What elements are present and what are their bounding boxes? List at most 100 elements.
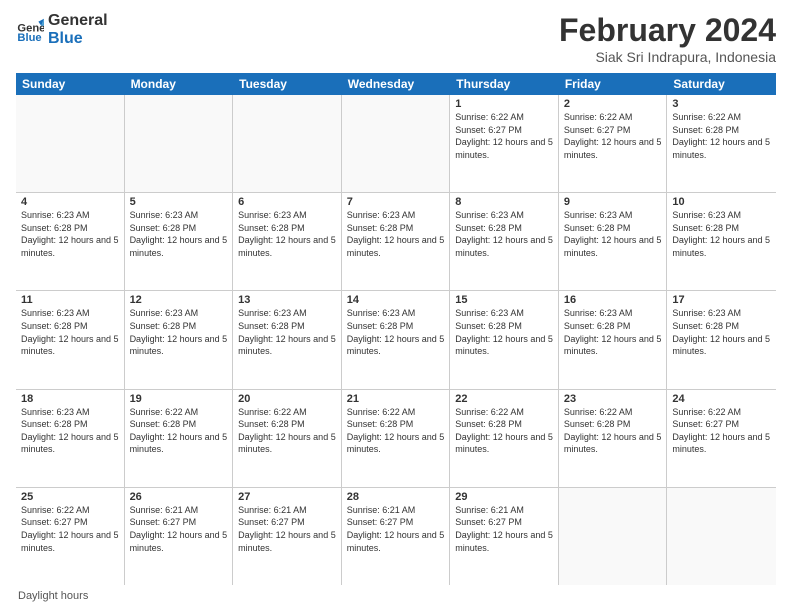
day-cell-20: 20Sunrise: 6:22 AM Sunset: 6:28 PM Dayli… xyxy=(233,390,342,487)
day-info: Sunrise: 6:22 AM Sunset: 6:28 PM Dayligh… xyxy=(564,406,662,456)
day-number: 29 xyxy=(455,491,553,503)
header-day-thursday: Thursday xyxy=(450,73,559,95)
day-cell-11: 11Sunrise: 6:23 AM Sunset: 6:28 PM Dayli… xyxy=(16,291,125,388)
empty-cell xyxy=(233,95,342,192)
day-number: 15 xyxy=(455,294,553,306)
day-number: 12 xyxy=(130,294,228,306)
day-info: Sunrise: 6:23 AM Sunset: 6:28 PM Dayligh… xyxy=(21,406,119,456)
day-number: 26 xyxy=(130,491,228,503)
day-cell-17: 17Sunrise: 6:23 AM Sunset: 6:28 PM Dayli… xyxy=(667,291,776,388)
day-cell-7: 7Sunrise: 6:23 AM Sunset: 6:28 PM Daylig… xyxy=(342,193,451,290)
empty-cell xyxy=(342,95,451,192)
day-info: Sunrise: 6:23 AM Sunset: 6:28 PM Dayligh… xyxy=(21,209,119,259)
empty-cell xyxy=(559,488,668,585)
logo-general: General xyxy=(48,12,108,30)
week-row-1: 1Sunrise: 6:22 AM Sunset: 6:27 PM Daylig… xyxy=(16,95,776,193)
day-cell-22: 22Sunrise: 6:22 AM Sunset: 6:28 PM Dayli… xyxy=(450,390,559,487)
day-info: Sunrise: 6:23 AM Sunset: 6:28 PM Dayligh… xyxy=(564,209,662,259)
main-title: February 2024 xyxy=(559,12,776,49)
week-row-3: 11Sunrise: 6:23 AM Sunset: 6:28 PM Dayli… xyxy=(16,291,776,389)
day-cell-6: 6Sunrise: 6:23 AM Sunset: 6:28 PM Daylig… xyxy=(233,193,342,290)
day-info: Sunrise: 6:23 AM Sunset: 6:28 PM Dayligh… xyxy=(130,209,228,259)
footer-note: Daylight hours xyxy=(16,590,776,602)
day-info: Sunrise: 6:21 AM Sunset: 6:27 PM Dayligh… xyxy=(455,504,553,554)
day-info: Sunrise: 6:23 AM Sunset: 6:28 PM Dayligh… xyxy=(130,307,228,357)
day-cell-8: 8Sunrise: 6:23 AM Sunset: 6:28 PM Daylig… xyxy=(450,193,559,290)
header-day-wednesday: Wednesday xyxy=(342,73,451,95)
day-info: Sunrise: 6:22 AM Sunset: 6:27 PM Dayligh… xyxy=(564,111,662,161)
day-cell-13: 13Sunrise: 6:23 AM Sunset: 6:28 PM Dayli… xyxy=(233,291,342,388)
day-cell-28: 28Sunrise: 6:21 AM Sunset: 6:27 PM Dayli… xyxy=(342,488,451,585)
day-cell-29: 29Sunrise: 6:21 AM Sunset: 6:27 PM Dayli… xyxy=(450,488,559,585)
day-number: 9 xyxy=(564,196,662,208)
logo-blue: Blue xyxy=(48,30,108,48)
header-day-tuesday: Tuesday xyxy=(233,73,342,95)
day-number: 20 xyxy=(238,393,336,405)
day-cell-26: 26Sunrise: 6:21 AM Sunset: 6:27 PM Dayli… xyxy=(125,488,234,585)
day-number: 27 xyxy=(238,491,336,503)
day-number: 17 xyxy=(672,294,771,306)
day-cell-15: 15Sunrise: 6:23 AM Sunset: 6:28 PM Dayli… xyxy=(450,291,559,388)
day-cell-16: 16Sunrise: 6:23 AM Sunset: 6:28 PM Dayli… xyxy=(559,291,668,388)
day-cell-27: 27Sunrise: 6:21 AM Sunset: 6:27 PM Dayli… xyxy=(233,488,342,585)
header-day-saturday: Saturday xyxy=(667,73,776,95)
day-number: 24 xyxy=(672,393,771,405)
day-info: Sunrise: 6:23 AM Sunset: 6:28 PM Dayligh… xyxy=(347,307,445,357)
day-number: 3 xyxy=(672,98,771,110)
day-number: 11 xyxy=(21,294,119,306)
day-cell-12: 12Sunrise: 6:23 AM Sunset: 6:28 PM Dayli… xyxy=(125,291,234,388)
day-info: Sunrise: 6:22 AM Sunset: 6:28 PM Dayligh… xyxy=(672,111,771,161)
day-number: 6 xyxy=(238,196,336,208)
day-info: Sunrise: 6:23 AM Sunset: 6:28 PM Dayligh… xyxy=(564,307,662,357)
top-section: General Blue General Blue February 2024 … xyxy=(16,12,776,65)
week-row-5: 25Sunrise: 6:22 AM Sunset: 6:27 PM Dayli… xyxy=(16,488,776,585)
day-number: 16 xyxy=(564,294,662,306)
day-cell-3: 3Sunrise: 6:22 AM Sunset: 6:28 PM Daylig… xyxy=(667,95,776,192)
day-info: Sunrise: 6:23 AM Sunset: 6:28 PM Dayligh… xyxy=(672,307,771,357)
day-cell-1: 1Sunrise: 6:22 AM Sunset: 6:27 PM Daylig… xyxy=(450,95,559,192)
day-info: Sunrise: 6:23 AM Sunset: 6:28 PM Dayligh… xyxy=(238,307,336,357)
day-info: Sunrise: 6:22 AM Sunset: 6:28 PM Dayligh… xyxy=(130,406,228,456)
day-info: Sunrise: 6:23 AM Sunset: 6:28 PM Dayligh… xyxy=(455,209,553,259)
day-number: 5 xyxy=(130,196,228,208)
header-day-sunday: Sunday xyxy=(16,73,125,95)
day-cell-19: 19Sunrise: 6:22 AM Sunset: 6:28 PM Dayli… xyxy=(125,390,234,487)
svg-text:Blue: Blue xyxy=(17,33,41,45)
day-info: Sunrise: 6:21 AM Sunset: 6:27 PM Dayligh… xyxy=(238,504,336,554)
day-number: 14 xyxy=(347,294,445,306)
day-cell-14: 14Sunrise: 6:23 AM Sunset: 6:28 PM Dayli… xyxy=(342,291,451,388)
day-number: 21 xyxy=(347,393,445,405)
day-info: Sunrise: 6:23 AM Sunset: 6:28 PM Dayligh… xyxy=(347,209,445,259)
day-cell-9: 9Sunrise: 6:23 AM Sunset: 6:28 PM Daylig… xyxy=(559,193,668,290)
page: General Blue General Blue February 2024 … xyxy=(0,0,792,612)
day-info: Sunrise: 6:22 AM Sunset: 6:28 PM Dayligh… xyxy=(347,406,445,456)
empty-cell xyxy=(667,488,776,585)
day-number: 25 xyxy=(21,491,119,503)
day-number: 22 xyxy=(455,393,553,405)
day-info: Sunrise: 6:22 AM Sunset: 6:27 PM Dayligh… xyxy=(21,504,119,554)
day-info: Sunrise: 6:21 AM Sunset: 6:27 PM Dayligh… xyxy=(130,504,228,554)
week-row-4: 18Sunrise: 6:23 AM Sunset: 6:28 PM Dayli… xyxy=(16,390,776,488)
day-cell-24: 24Sunrise: 6:22 AM Sunset: 6:27 PM Dayli… xyxy=(667,390,776,487)
day-cell-25: 25Sunrise: 6:22 AM Sunset: 6:27 PM Dayli… xyxy=(16,488,125,585)
day-cell-5: 5Sunrise: 6:23 AM Sunset: 6:28 PM Daylig… xyxy=(125,193,234,290)
calendar: SundayMondayTuesdayWednesdayThursdayFrid… xyxy=(16,73,776,585)
day-info: Sunrise: 6:23 AM Sunset: 6:28 PM Dayligh… xyxy=(455,307,553,357)
day-number: 13 xyxy=(238,294,336,306)
day-info: Sunrise: 6:22 AM Sunset: 6:28 PM Dayligh… xyxy=(455,406,553,456)
calendar-header: SundayMondayTuesdayWednesdayThursdayFrid… xyxy=(16,73,776,95)
subtitle: Siak Sri Indrapura, Indonesia xyxy=(559,49,776,65)
day-cell-10: 10Sunrise: 6:23 AM Sunset: 6:28 PM Dayli… xyxy=(667,193,776,290)
day-number: 10 xyxy=(672,196,771,208)
logo-icon: General Blue xyxy=(16,16,44,44)
day-number: 8 xyxy=(455,196,553,208)
day-info: Sunrise: 6:23 AM Sunset: 6:28 PM Dayligh… xyxy=(672,209,771,259)
day-info: Sunrise: 6:22 AM Sunset: 6:27 PM Dayligh… xyxy=(455,111,553,161)
day-info: Sunrise: 6:23 AM Sunset: 6:28 PM Dayligh… xyxy=(21,307,119,357)
empty-cell xyxy=(125,95,234,192)
day-cell-23: 23Sunrise: 6:22 AM Sunset: 6:28 PM Dayli… xyxy=(559,390,668,487)
day-number: 2 xyxy=(564,98,662,110)
day-info: Sunrise: 6:22 AM Sunset: 6:27 PM Dayligh… xyxy=(672,406,771,456)
header-day-friday: Friday xyxy=(559,73,668,95)
day-info: Sunrise: 6:21 AM Sunset: 6:27 PM Dayligh… xyxy=(347,504,445,554)
